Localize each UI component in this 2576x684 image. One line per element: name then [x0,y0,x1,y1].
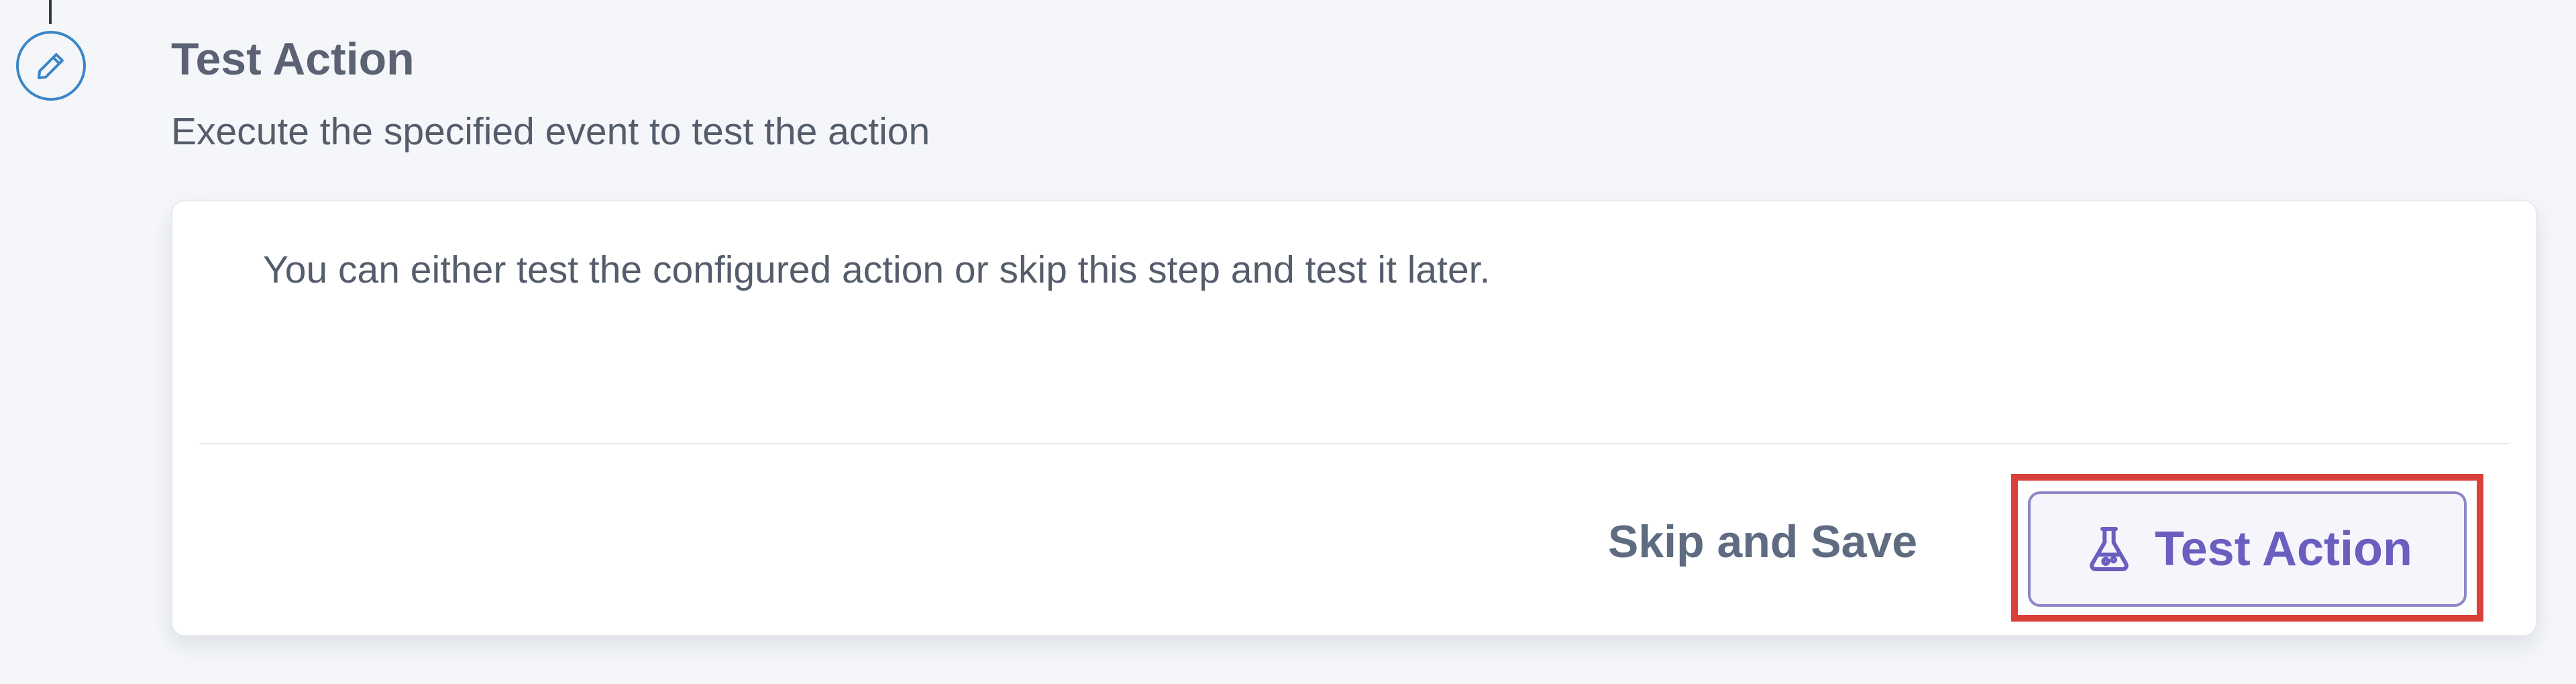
step-title: Test Action [171,34,415,85]
test-action-card: You can either test the configured actio… [171,200,2537,636]
skip-and-save-button[interactable]: Skip and Save [1588,501,1937,582]
card-message: You can either test the configured actio… [263,248,1491,291]
step-subtitle: Execute the specified event to test the … [171,110,930,153]
flask-icon [2090,527,2129,571]
card-divider [199,443,2509,444]
pencil-icon [37,53,64,80]
test-action-button[interactable]: Test Action [2028,491,2467,607]
timeline-connector [49,0,52,24]
step-status [16,31,86,101]
test-action-label: Test Action [2154,522,2412,576]
